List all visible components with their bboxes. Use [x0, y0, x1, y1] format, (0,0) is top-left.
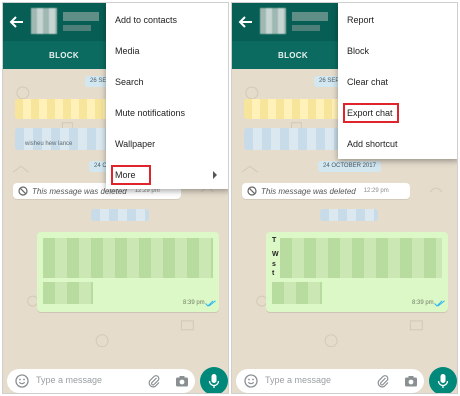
contact-status-redacted — [63, 25, 91, 31]
redacted-date — [320, 209, 378, 221]
redacted-message-text — [43, 238, 213, 278]
avatar[interactable] — [31, 8, 57, 34]
message-fragment: T — [272, 237, 277, 244]
block-button[interactable]: BLOCK — [278, 51, 308, 60]
microphone-icon — [208, 374, 220, 388]
contact-status-redacted — [292, 25, 320, 31]
block-button[interactable]: BLOCK — [49, 51, 79, 60]
attach-paperclip-icon[interactable] — [147, 374, 161, 388]
outgoing-message: 8:39 pm — [37, 232, 219, 312]
date-chip: 24 OCTOBER 2017 — [318, 161, 381, 172]
menu-item-mute-notifications[interactable]: Mute notifications — [106, 100, 228, 126]
overflow-menu: Add to contacts Media Search Mute notifi… — [106, 3, 228, 189]
contact-name-redacted[interactable] — [292, 12, 328, 21]
menu-item-add-to-contacts[interactable]: Add to contacts — [106, 7, 228, 33]
deleted-ban-icon — [18, 186, 28, 196]
menu-item-report[interactable]: Report — [338, 7, 457, 33]
highlight-box — [343, 103, 399, 123]
menu-item-media[interactable]: Media — [106, 38, 228, 64]
deleted-ban-icon — [247, 186, 257, 196]
redacted-message-text — [43, 282, 93, 304]
back-arrow-icon[interactable] — [9, 14, 25, 30]
voice-record-button[interactable] — [200, 367, 228, 393]
chat-screen-right: BLOCK 26 SEP 24 OCTOBER 2017 This messag… — [231, 2, 458, 394]
compose-bar: Type a message — [3, 365, 228, 393]
message-fragment: t — [272, 270, 275, 277]
deleted-message: This message was deleted 12:29 pm — [242, 183, 410, 199]
menu-item-clear-chat[interactable]: Clear chat — [338, 69, 457, 95]
emoji-icon[interactable] — [244, 374, 258, 388]
microphone-icon — [437, 374, 449, 388]
redacted-text: wisheu hew lance — [25, 141, 73, 147]
contact-name-redacted[interactable] — [63, 12, 99, 21]
redacted-message — [244, 128, 348, 150]
message-input-placeholder: Type a message — [265, 375, 332, 385]
back-arrow-icon[interactable] — [238, 14, 254, 30]
message-fragment: W — [272, 251, 279, 258]
compose-bar: Type a message — [232, 365, 457, 393]
camera-icon[interactable] — [175, 374, 189, 388]
message-time: 12:29 pm — [363, 188, 389, 194]
message-input-placeholder: Type a message — [36, 375, 103, 385]
attach-paperclip-icon[interactable] — [376, 374, 390, 388]
outgoing-message: T W s t 8:39 pm — [266, 232, 448, 312]
more-submenu: Report Block Clear chat Export chat Add … — [338, 3, 457, 159]
menu-item-add-shortcut[interactable]: Add shortcut — [338, 131, 457, 157]
chat-screen-left: BLOCK 26 SEP wisheu hew lance 24 OC This… — [2, 2, 229, 394]
menu-item-block[interactable]: Block — [338, 38, 457, 64]
submenu-arrow-icon — [213, 171, 217, 179]
message-time: 8:39 pm — [183, 300, 205, 306]
message-input[interactable]: Type a message — [7, 369, 195, 393]
message-input[interactable]: Type a message — [236, 369, 424, 393]
voice-record-button[interactable] — [429, 367, 457, 393]
read-ticks-icon — [434, 300, 445, 307]
redacted-message-text — [272, 282, 322, 304]
deleted-message-text: This message was deleted — [261, 186, 356, 196]
avatar[interactable] — [260, 8, 286, 34]
message-time: 8:39 pm — [412, 300, 434, 306]
menu-item-search[interactable]: Search — [106, 69, 228, 95]
message-fragment: s — [272, 261, 276, 268]
redacted-message-text — [280, 238, 442, 278]
emoji-icon[interactable] — [15, 374, 29, 388]
menu-item-wallpaper[interactable]: Wallpaper — [106, 131, 228, 157]
highlight-box — [111, 165, 151, 185]
camera-icon[interactable] — [404, 374, 418, 388]
read-ticks-icon — [205, 300, 216, 307]
redacted-date — [91, 209, 149, 221]
